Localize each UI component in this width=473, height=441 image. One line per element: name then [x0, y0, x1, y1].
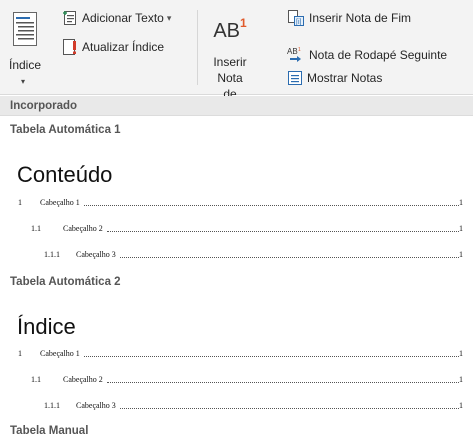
- toc-line-number: 1: [18, 198, 22, 207]
- ribbon-separator: [197, 10, 198, 85]
- toc-line-number: 1.1: [31, 224, 41, 233]
- mostrar-notas-button[interactable]: Mostrar Notas: [287, 68, 382, 88]
- toc-line-leader: [120, 257, 459, 258]
- gallery-item-title: Tabela Manual: [10, 425, 89, 437]
- indice-button[interactable]: Índice ▾: [5, 6, 45, 92]
- toc-line-page: 1: [459, 375, 463, 384]
- svg-text:AB: AB: [287, 47, 298, 56]
- endnote-icon: [i]: [288, 10, 304, 26]
- toc-preview-line: 1 Cabeçalho 1 1: [0, 349, 473, 361]
- nota-rodape-seguinte-label: Nota de Rodapé Seguinte: [309, 48, 448, 62]
- toc-line-number: 1.1.1: [44, 250, 60, 259]
- ab-sup: 1: [240, 16, 247, 30]
- toc-line-text: Cabeçalho 3: [76, 250, 116, 259]
- show-notes-icon: [288, 71, 302, 85]
- toc-line-page: 1: [459, 250, 463, 259]
- toc-line-page: 1: [459, 401, 463, 410]
- toc-preview-heading: Índice: [17, 314, 76, 339]
- toc-line-leader: [84, 205, 459, 206]
- toc-line-page: 1: [459, 349, 463, 358]
- toc-icon: [13, 12, 37, 46]
- toc-line-text: Cabeçalho 2: [63, 224, 103, 233]
- add-text-icon: [63, 11, 76, 25]
- toc-line-leader: [120, 408, 459, 409]
- chevron-down-icon: ▾: [21, 77, 26, 86]
- gallery-item-title: Tabela Automática 2: [10, 276, 121, 288]
- toc-line-leader: [107, 231, 459, 232]
- svg-text:1: 1: [298, 47, 301, 53]
- inserir-nota-label-1: Inserir Nota: [213, 55, 247, 85]
- footnote-icon: AB1: [204, 16, 256, 43]
- toc-line-leader: [107, 382, 459, 383]
- toc-preview-line: 1.1.1 Cabeçalho 3 1: [0, 401, 473, 413]
- indice-label: Índice: [8, 58, 42, 72]
- toc-gallery: Incorporado Tabela Automática 1 Conteúdo…: [0, 96, 473, 441]
- toc-preview-line: 1 Cabeçalho 1 1: [0, 198, 473, 210]
- inserir-nota-rodape-button[interactable]: AB1 Inserir Nota de Rodapé: [204, 16, 256, 117]
- toc-line-text: Cabeçalho 1: [40, 349, 80, 358]
- nota-rodape-seguinte-button[interactable]: AB 1 Nota de Rodapé Seguinte: [287, 45, 447, 65]
- references-ribbon: Índice ▾ Adicionar Texto ▾ Atualizar Índ…: [0, 0, 473, 117]
- update-table-icon: [63, 39, 76, 55]
- toc-preview-line: 1.1.1 Cabeçalho 3 1: [0, 250, 473, 262]
- adicionar-texto-label: Adicionar Texto: [82, 11, 164, 25]
- gallery-section-header: Incorporado: [0, 96, 473, 116]
- ab-text: AB: [213, 20, 240, 42]
- inserir-nota-fim-button[interactable]: [i] Inserir Nota de Fim: [287, 8, 411, 28]
- atualizar-indice-label: Atualizar Índice: [82, 40, 165, 54]
- atualizar-indice-button[interactable]: Atualizar Índice: [62, 37, 164, 57]
- toc-line-number: 1.1.1: [44, 401, 60, 410]
- toc-line-page: 1: [459, 198, 463, 207]
- svg-text:[i]: [i]: [296, 19, 302, 26]
- toc-line-number: 1: [18, 349, 22, 358]
- toc-preview-line: 1.1 Cabeçalho 2 1: [0, 224, 473, 236]
- gallery-item-title: Tabela Automática 1: [10, 124, 121, 136]
- adicionar-texto-button[interactable]: Adicionar Texto ▾: [62, 8, 171, 28]
- toc-preview-line: 1.1 Cabeçalho 2 1: [0, 375, 473, 387]
- mostrar-notas-label: Mostrar Notas: [307, 71, 383, 85]
- toc-line-text: Cabeçalho 3: [76, 401, 116, 410]
- next-footnote-icon: AB 1: [287, 47, 301, 62]
- toc-line-number: 1.1: [31, 375, 41, 384]
- inserir-nota-fim-label: Inserir Nota de Fim: [309, 11, 412, 25]
- toc-line-text: Cabeçalho 1: [40, 198, 80, 207]
- toc-line-leader: [84, 356, 459, 357]
- toc-line-page: 1: [459, 224, 463, 233]
- chevron-down-icon: ▾: [166, 12, 172, 23]
- toc-preview-heading: Conteúdo: [17, 162, 113, 187]
- toc-line-text: Cabeçalho 2: [63, 375, 103, 384]
